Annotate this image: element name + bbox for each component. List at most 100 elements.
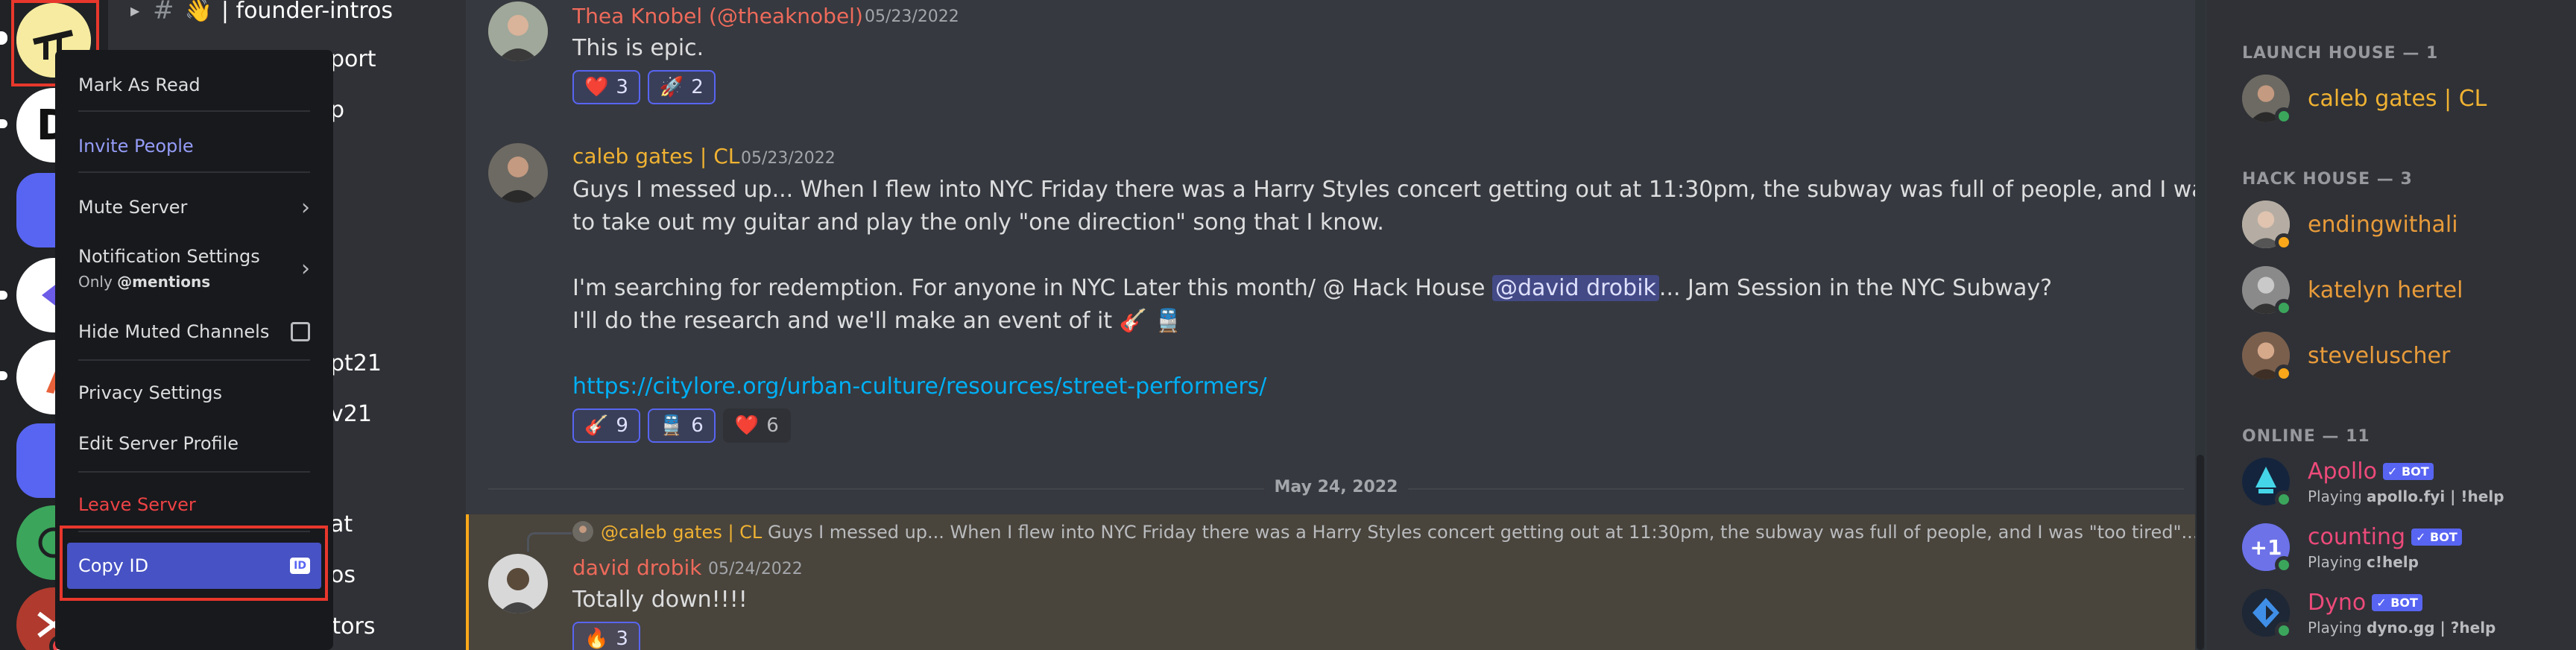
hide-muted-channels-item[interactable]: Hide Muted Channels xyxy=(67,313,321,350)
reply-avatar-image xyxy=(572,521,593,542)
channel-fragment: v21 xyxy=(330,401,372,427)
reply-text: Guys I messed up... When I flew into NYC… xyxy=(767,522,2199,543)
activity-prefix: Playing xyxy=(2308,487,2362,505)
member-name: Apollo xyxy=(2308,458,2377,485)
hide-muted-channels-label: Hide Muted Channels xyxy=(78,321,270,342)
fire-emoji: 🔥 xyxy=(584,628,609,650)
member-avatar xyxy=(2242,458,2293,508)
hide-muted-checkbox[interactable] xyxy=(291,322,310,341)
svg-text:+1: +1 xyxy=(2250,535,2282,560)
member-name: steveluscher xyxy=(2308,342,2451,369)
activity-name: dyno.gg | ?help xyxy=(2367,618,2496,637)
reply-preview[interactable]: @caleb gates | CL Guys I messed up... Wh… xyxy=(601,522,2198,543)
chat-scrollbar[interactable] xyxy=(2195,0,2206,650)
unread-pill-3 xyxy=(0,371,7,380)
channel-fragment: port xyxy=(330,46,376,72)
message-line-part: I'm searching for redemption. For anyone… xyxy=(572,275,1492,301)
bot-tag-label: BOT xyxy=(2430,529,2457,544)
chevron-right-icon: › xyxy=(301,194,310,221)
notification-settings-text: Notification Settings Only @mentions xyxy=(78,246,260,291)
bot-tag: ✓ BOT xyxy=(2411,528,2462,546)
reaction-guitar[interactable]: 🎸 9 xyxy=(572,408,640,443)
menu-separator xyxy=(78,171,310,173)
message-line-part: ... Jam Session in the NYC Subway? xyxy=(1658,275,2053,301)
channel-fragment: os xyxy=(330,562,356,588)
member-item[interactable]: endingwithali xyxy=(2242,201,2458,251)
role-header-online: ONLINE — 11 xyxy=(2242,427,2370,446)
mute-server-item[interactable]: Mute Server › xyxy=(67,189,321,226)
reaction-count: 3 xyxy=(616,76,628,98)
activity-name: c!help xyxy=(2367,552,2419,571)
member-name-row: Apollo ✓ BOT xyxy=(2308,458,2504,485)
message-link[interactable]: https://citylore.org/urban-culture/resou… xyxy=(572,373,1266,400)
reaction-row: 🎸 9 🚆 6 ❤️ 6 xyxy=(572,408,791,443)
heart-emoji: ❤️ xyxy=(584,76,609,98)
message-line: to take out my guitar and play the only … xyxy=(572,209,1384,236)
user-mention[interactable]: @david drobik xyxy=(1491,275,1659,301)
message-line-part: I'll do the research and we'll make an e… xyxy=(572,308,1113,334)
mark-as-read-item[interactable]: Mark As Read xyxy=(67,66,321,104)
date-divider-label: May 24, 2022 xyxy=(1263,478,1409,496)
channel-name: | founder-intros xyxy=(221,0,393,24)
member-item-bot[interactable]: +1 counting ✓ BOT Playing c!help xyxy=(2242,523,2462,574)
invite-people-label: Invite People xyxy=(78,136,194,157)
copy-id-highlight-box xyxy=(60,526,328,601)
member-avatar xyxy=(2242,201,2293,251)
channel-founder-intros[interactable]: ▶ # 👋 | founder-intros xyxy=(130,0,393,25)
message-line: I'll do the research and we'll make an e… xyxy=(572,308,1182,334)
reaction-count: 2 xyxy=(691,76,704,98)
role-header-launch-house: LAUNCH HOUSE — 1 xyxy=(2242,44,2439,63)
message-author[interactable]: Thea Knobel (@theaknobel) xyxy=(572,4,863,28)
member-avatar xyxy=(2242,589,2293,640)
idle-status-icon xyxy=(2275,365,2293,382)
privacy-settings-label: Privacy Settings xyxy=(78,382,222,403)
message-author[interactable]: caleb gates | CL xyxy=(572,144,739,168)
channel-fragment: pt21 xyxy=(330,350,382,376)
privacy-settings-item[interactable]: Privacy Settings xyxy=(67,374,321,411)
rocket-emoji: 🚀 xyxy=(659,76,684,98)
member-item-bot[interactable]: Apollo ✓ BOT Playing apollo.fyi | !help xyxy=(2242,458,2504,508)
avatar[interactable] xyxy=(488,143,548,203)
mark-as-read-label: Mark As Read xyxy=(78,75,201,95)
edit-server-profile-item[interactable]: Edit Server Profile xyxy=(67,425,321,462)
invite-people-item[interactable]: Invite People xyxy=(67,127,321,165)
member-item[interactable]: caleb gates | CL xyxy=(2242,75,2487,125)
reaction-train[interactable]: 🚆 6 xyxy=(647,408,716,443)
activity-name: apollo.fyi | !help xyxy=(2367,487,2504,505)
scrollbar-thumb[interactable] xyxy=(2197,455,2204,650)
wave-emoji: 👋 xyxy=(184,0,212,24)
notification-settings-item[interactable]: Notification Settings Only @mentions › xyxy=(67,239,321,298)
bot-tag: ✓ BOT xyxy=(2382,462,2434,480)
member-name-row: counting ✓ BOT xyxy=(2308,524,2462,550)
leave-server-item[interactable]: Leave Server xyxy=(67,486,321,523)
member-item[interactable]: steveluscher xyxy=(2242,332,2451,382)
avatar[interactable] xyxy=(488,554,548,613)
reaction-rocket[interactable]: 🚀 2 xyxy=(647,70,716,104)
bot-tag: ✓ BOT xyxy=(2372,593,2422,611)
member-item-bot[interactable]: Dyno ✓ BOT Playing dyno.gg | ?help xyxy=(2242,589,2496,640)
message-author[interactable]: david drobik xyxy=(572,555,702,580)
reaction-heart[interactable]: ❤️ 6 xyxy=(722,408,791,443)
chat-area: Thea Knobel (@theaknobel) 05/23/2022 Thi… xyxy=(466,0,2340,650)
idle-status-icon xyxy=(2275,233,2293,251)
role-header-hack-house: HACK HOUSE — 3 xyxy=(2242,170,2413,189)
chevron-right-icon: › xyxy=(301,255,310,282)
reaction-fire[interactable]: 🔥 3 xyxy=(572,622,640,650)
hash-icon: # xyxy=(153,0,174,25)
bot-tag-label: BOT xyxy=(2390,595,2418,610)
message-text: Totally down!!!! xyxy=(572,587,748,613)
member-avatar xyxy=(2242,266,2293,317)
reaction-heart[interactable]: ❤️ 3 xyxy=(572,70,640,104)
mute-server-label: Mute Server xyxy=(78,197,188,218)
message-line: Guys I messed up... When I flew into NYC… xyxy=(572,177,2340,203)
member-list: LAUNCH HOUSE — 1 caleb gates | CL HACK H… xyxy=(2206,0,2576,650)
message-line: I'm searching for redemption. For anyone… xyxy=(572,275,2052,301)
menu-separator xyxy=(78,471,310,473)
message-timestamp: 05/24/2022 xyxy=(708,560,803,578)
avatar[interactable] xyxy=(488,1,548,61)
member-item[interactable]: katelyn hertel xyxy=(2242,266,2463,317)
guitar-train-emoji: 🎸 🚆 xyxy=(1119,308,1182,334)
menu-separator xyxy=(78,359,310,361)
activity-prefix: Playing xyxy=(2308,618,2362,637)
edit-server-profile-label: Edit Server Profile xyxy=(78,433,239,454)
